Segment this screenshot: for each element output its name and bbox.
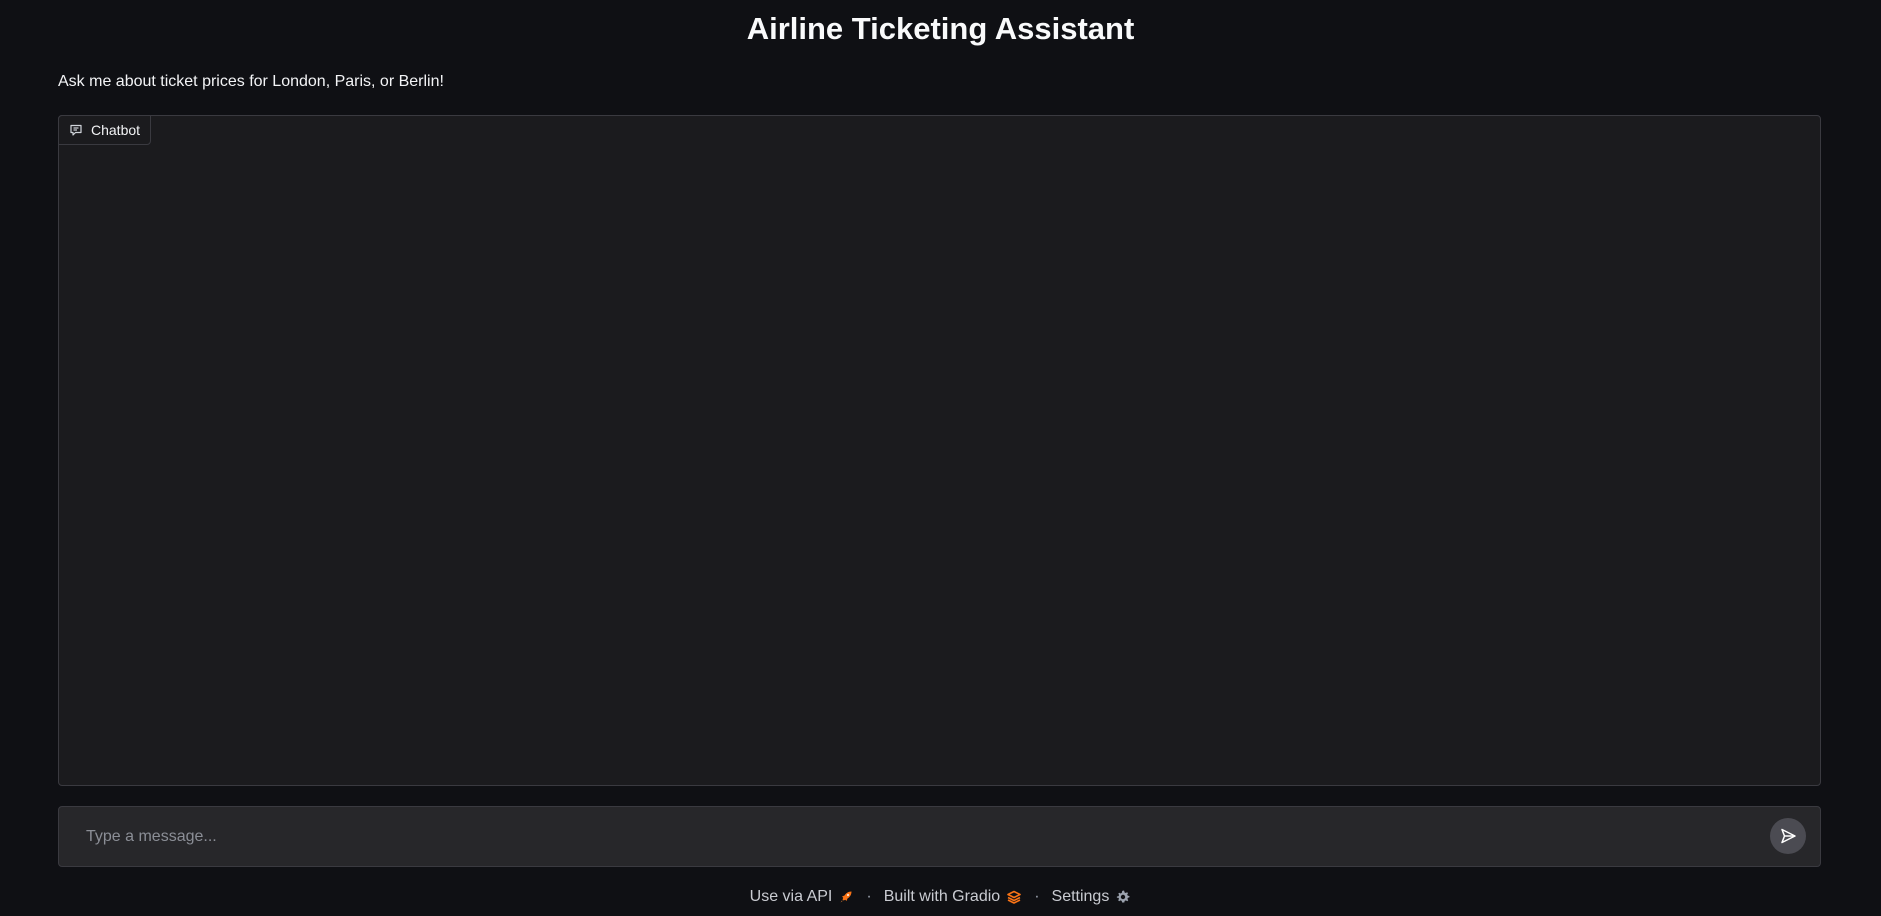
page-description: Ask me about ticket prices for London, P…: [58, 73, 444, 90]
chatbot-label-badge: Chatbot: [58, 115, 152, 145]
page-title: Airline Ticketing Assistant: [746, 11, 1135, 46]
send-icon: [1779, 827, 1797, 845]
chatbot-label-text: Chatbot: [91, 122, 141, 138]
send-button[interactable]: [1770, 818, 1806, 854]
built-with-gradio-label: Built with Gradio: [883, 888, 1001, 905]
footer: Use via API · Built with Gradio · Settin…: [0, 886, 1881, 908]
footer-separator-2: ·: [1034, 888, 1040, 905]
use-via-api-label: Use via API: [749, 888, 833, 905]
settings-link[interactable]: Settings: [1052, 886, 1132, 908]
footer-separator-1: ·: [866, 888, 872, 905]
use-via-api-link[interactable]: Use via API: [750, 886, 855, 908]
message-input-row: [58, 806, 1821, 867]
app-root: Airline Ticketing Assistant Ask me about…: [0, 0, 1881, 916]
gear-icon: [1115, 889, 1131, 905]
chat-bubble-icon: [69, 123, 83, 137]
message-input[interactable]: [59, 807, 1749, 866]
gradio-logo-icon: [1006, 889, 1022, 905]
chatbot-panel[interactable]: Chatbot: [58, 115, 1821, 786]
built-with-gradio-link[interactable]: Built with Gradio: [884, 886, 1023, 908]
settings-label: Settings: [1051, 888, 1110, 905]
rocket-icon: [838, 889, 854, 905]
